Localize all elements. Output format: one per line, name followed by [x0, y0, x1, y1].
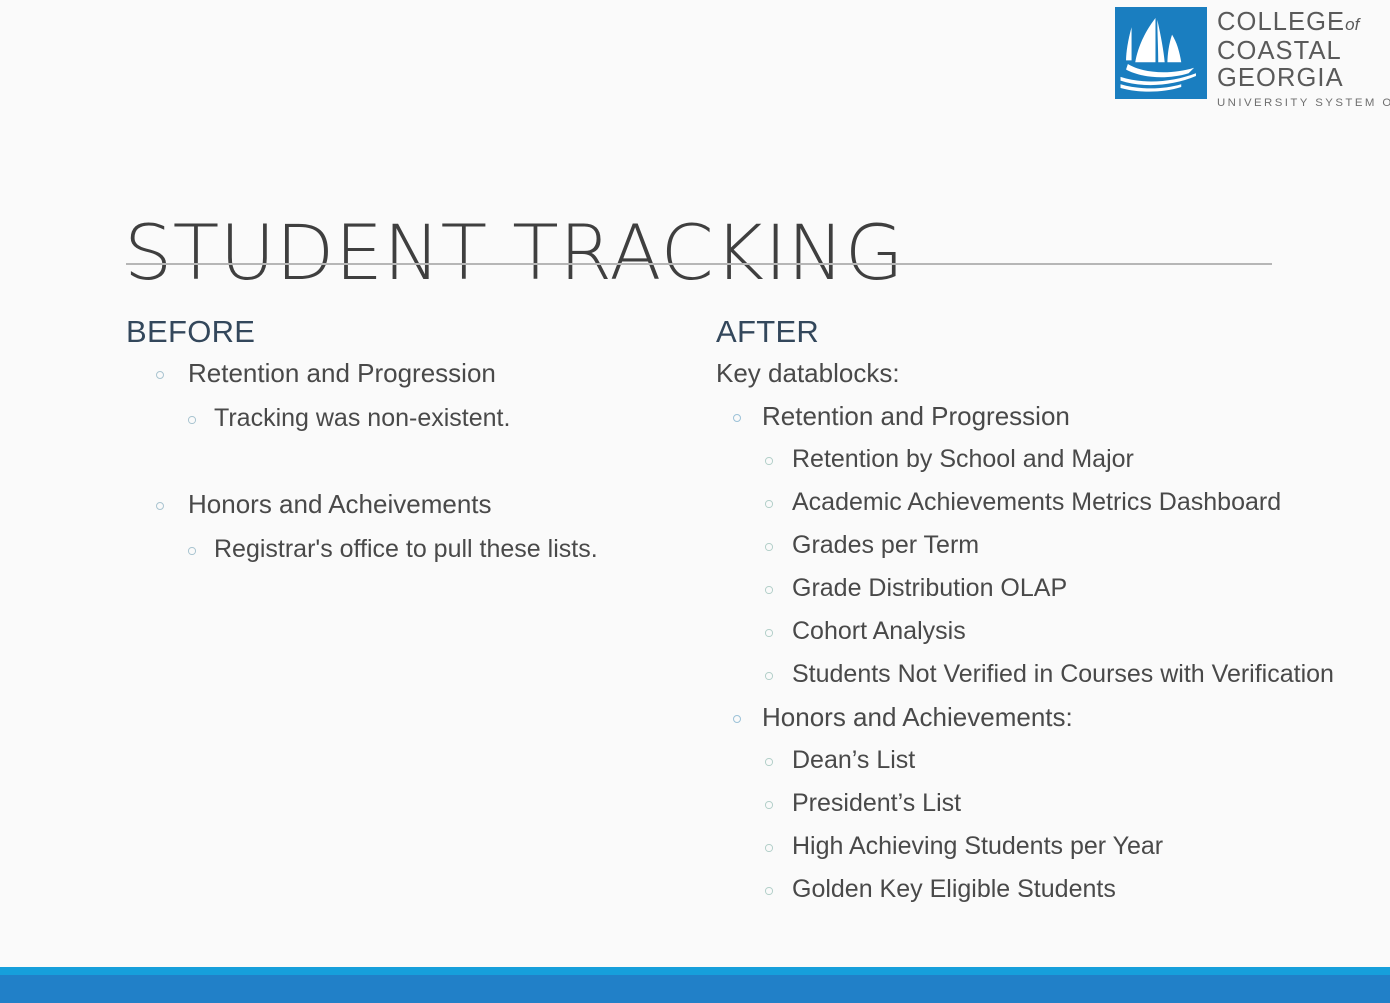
bullet-icon [765, 543, 773, 551]
after-intro-line: Key datablocks: [716, 351, 1381, 395]
bullet-icon [733, 715, 741, 723]
slide: COLLEGEof COASTAL GEORGIA UNIVERSITY SYS… [0, 0, 1390, 1003]
bullet-icon [765, 457, 773, 465]
bullet-icon [156, 502, 164, 510]
list-item-label: Retention and Progression [188, 358, 496, 388]
list-item-label: Grade Distribution OLAP [792, 574, 1068, 602]
bullet-icon [188, 416, 196, 424]
footer-accent-bar-light [0, 967, 1390, 975]
list-item-label: Dean’s List [792, 746, 916, 774]
college-logo: COLLEGEof COASTAL GEORGIA UNIVERSITY SYS… [1115, 7, 1390, 109]
list-item: Registrar's office to pull these lists. [126, 527, 686, 571]
bullet-icon [765, 586, 773, 594]
logo-line-georgia: GEORGIA [1217, 64, 1344, 92]
page-title: STUDENT TRACKING [124, 207, 905, 297]
after-bullet-list: Key datablocks: Retention and Progressio… [716, 351, 1381, 911]
before-bullet-list: Retention and Progression Tracking was n… [126, 351, 686, 571]
before-column: BEFORE Retention and Progression Trackin… [126, 313, 686, 571]
list-spacer [126, 440, 686, 482]
list-item: Retention by School and Major [716, 438, 1381, 481]
list-item: High Achieving Students per Year [716, 825, 1381, 868]
title-divider [126, 263, 1272, 265]
list-item-label: High Achieving Students per Year [792, 832, 1164, 860]
bullet-icon [188, 547, 196, 555]
before-heading: BEFORE [126, 314, 256, 349]
bullet-icon [765, 758, 773, 766]
list-item-label: Retention and Progression [762, 401, 1070, 431]
bullet-icon [765, 629, 773, 637]
list-item: Grade Distribution OLAP [716, 567, 1381, 610]
logo-line-college: COLLEGEof [1217, 9, 1390, 38]
footer-accent-bar-dark [0, 975, 1390, 1003]
logo-line-coastal: COASTAL [1217, 37, 1342, 65]
list-item-label: Academic Achievements Metrics Dashboard [792, 488, 1282, 516]
list-item: Tracking was non-existent. [126, 396, 686, 440]
list-item: Cohort Analysis [716, 610, 1381, 653]
list-item-label: Students Not Verified in Courses with Ve… [792, 660, 1334, 688]
bullet-icon [765, 801, 773, 809]
list-item: Students Not Verified in Courses with Ve… [716, 653, 1381, 696]
list-item: Retention and Progression [126, 351, 686, 396]
bullet-icon [733, 414, 741, 422]
list-item: Grades per Term [716, 524, 1381, 567]
logo-of-text: of [1345, 15, 1360, 34]
bullet-icon [765, 844, 773, 852]
list-item-label: Grades per Term [792, 531, 980, 559]
list-item-label: Golden Key Eligible Students [792, 875, 1116, 903]
after-intro-label: Key datablocks: [716, 358, 900, 388]
list-item-label: Honors and Achievements: [762, 702, 1073, 732]
list-item: Retention and Progression [716, 395, 1381, 438]
list-item-label: Registrar's office to pull these lists. [214, 535, 598, 563]
logo-college-text: COLLEGE [1217, 8, 1346, 36]
list-item: Academic Achievements Metrics Dashboard [716, 481, 1381, 524]
list-item: Golden Key Eligible Students [716, 868, 1381, 911]
bullet-icon [765, 500, 773, 508]
after-column: AFTER Key datablocks: Retention and Prog… [716, 313, 1381, 911]
bullet-icon [156, 371, 164, 379]
sailboat-logo-icon [1115, 7, 1207, 99]
logo-wordmark: COLLEGEof COASTAL GEORGIA UNIVERSITY SYS… [1217, 7, 1390, 110]
list-item-label: Honors and Acheivements [188, 489, 492, 519]
list-item: President’s List [716, 782, 1381, 825]
after-heading: AFTER [716, 314, 820, 349]
logo-tagline: UNIVERSITY SYSTEM OF GEORGIA [1217, 97, 1390, 109]
list-item-label: Tracking was non-existent. [214, 404, 511, 432]
list-item: Dean’s List [716, 739, 1381, 782]
bullet-icon [765, 887, 773, 895]
list-item-label: Retention by School and Major [792, 445, 1134, 473]
list-item-label: Cohort Analysis [792, 617, 966, 645]
list-item: Honors and Achievements: [716, 696, 1381, 739]
list-item: Honors and Acheivements [126, 482, 686, 527]
list-item-label: President’s List [792, 789, 962, 817]
bullet-icon [765, 672, 773, 680]
